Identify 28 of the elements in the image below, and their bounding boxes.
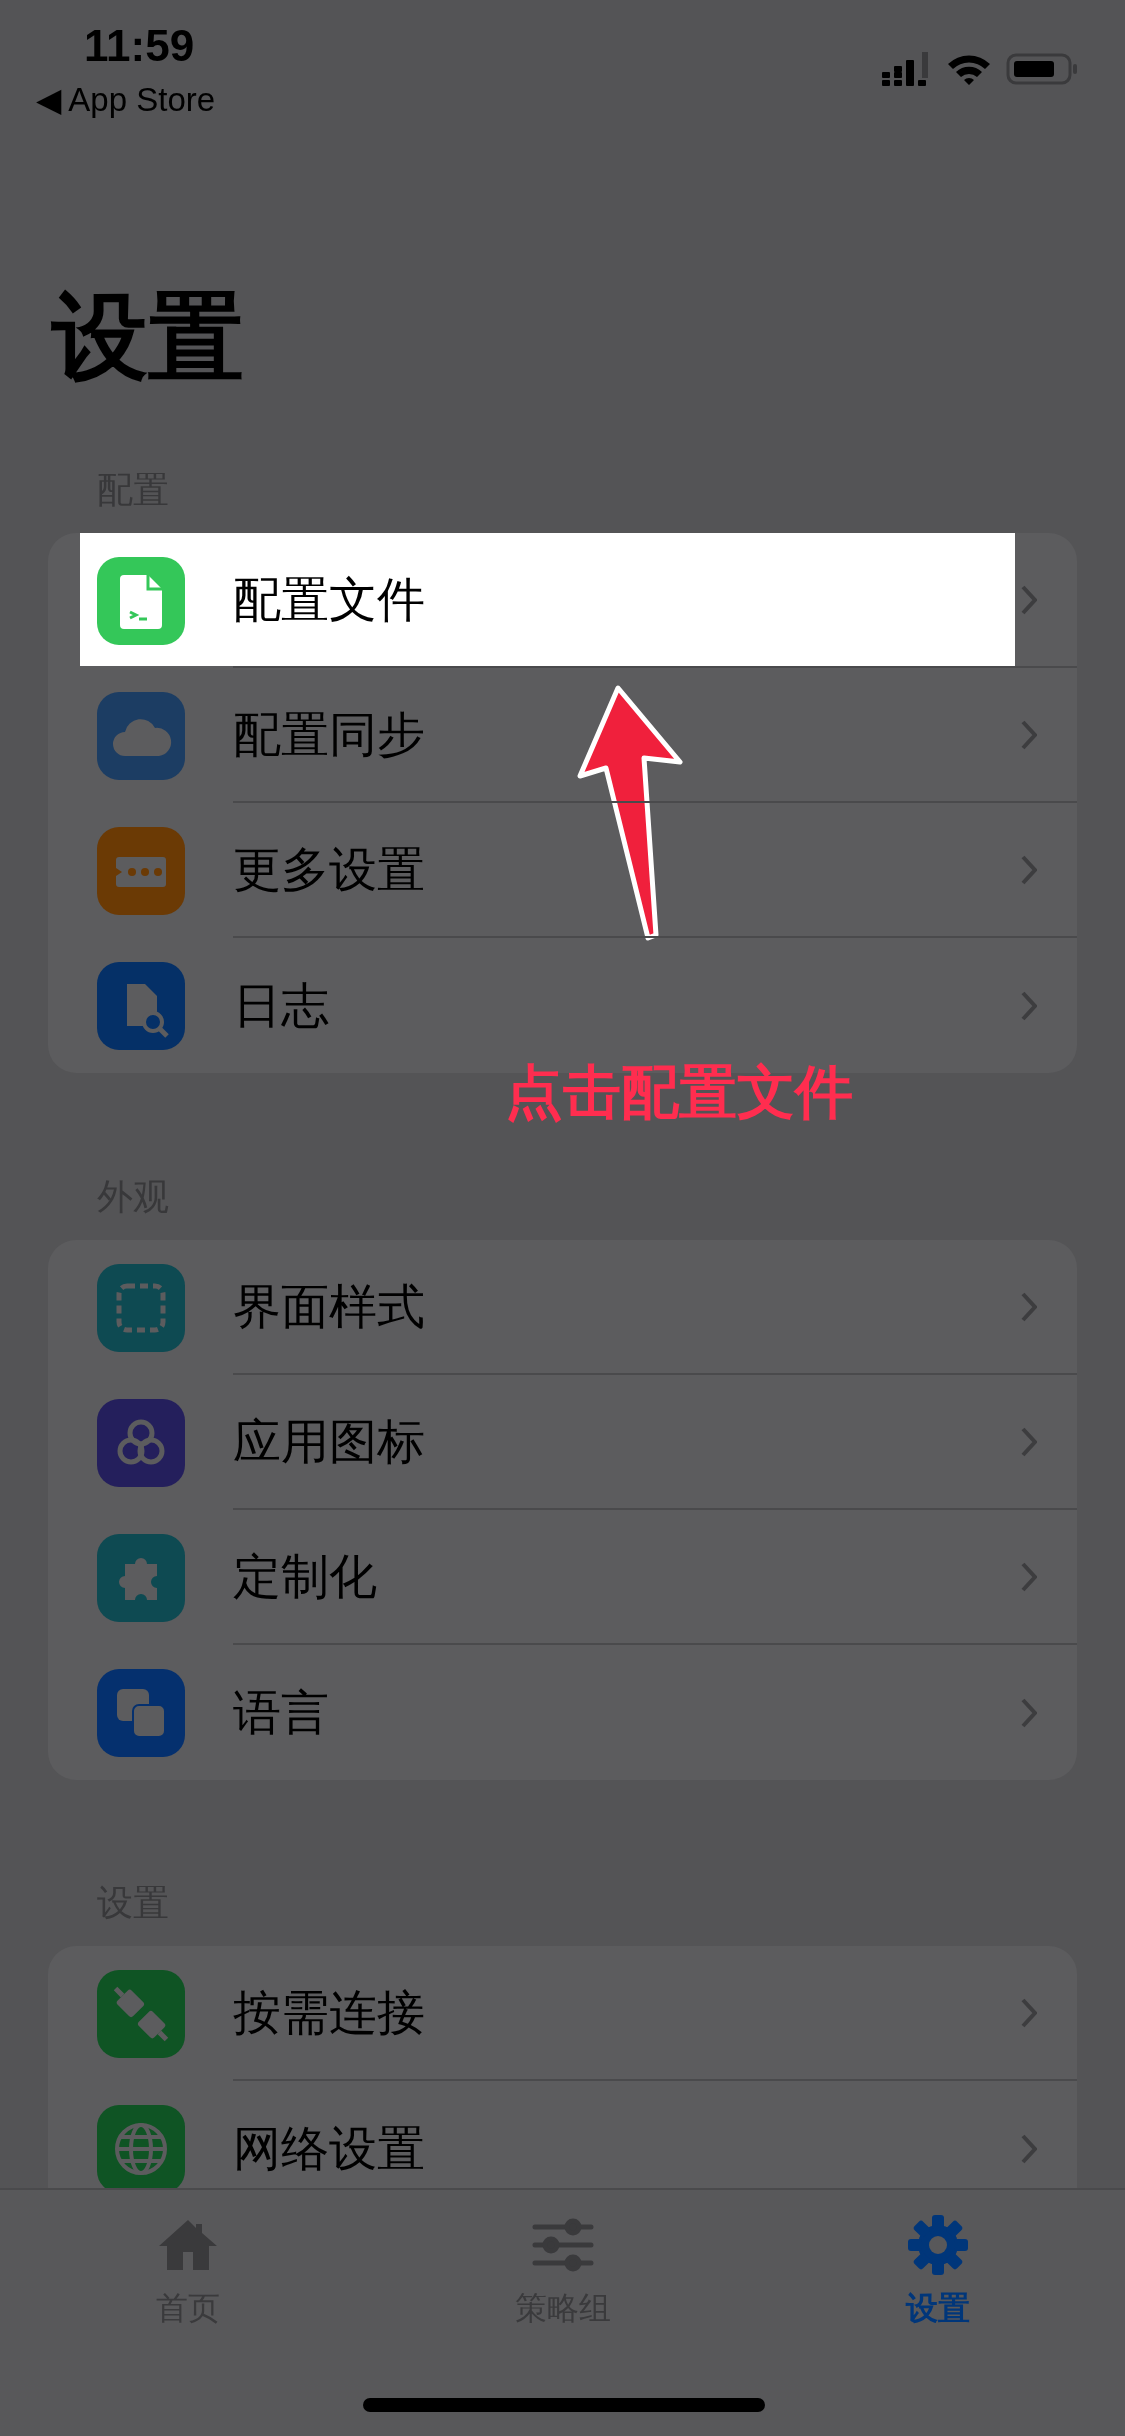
- wifi-icon: [946, 52, 992, 86]
- row-label[interactable]: 网络设置: [233, 2118, 1021, 2179]
- row-label[interactable]: 语言: [233, 1682, 1021, 1743]
- chevron-icon: [1021, 1291, 1037, 1322]
- chevron-icon: [1021, 1426, 1037, 1457]
- page-title: 设置: [52, 282, 245, 392]
- tab-icon: [906, 2214, 969, 2276]
- status-time: 11:59: [84, 20, 195, 72]
- chevron-icon: [1021, 1997, 1037, 2028]
- row-label[interactable]: 更多设置: [233, 839, 1021, 900]
- chevron-icon: [1021, 719, 1037, 750]
- annotation-text: 点击配置文件: [505, 1058, 853, 1126]
- back-link[interactable]: ◀ App Store: [36, 80, 216, 120]
- row-label[interactable]: 按需连接: [233, 1982, 1021, 2043]
- row-label[interactable]: 定制化: [233, 1546, 1021, 1607]
- row-label[interactable]: 配置文件: [233, 569, 1021, 630]
- row-label[interactable]: 界面样式: [233, 1276, 1021, 1337]
- chevron-icon: [1021, 2133, 1037, 2164]
- row-label[interactable]: 配置同步: [233, 704, 1021, 765]
- chevron-icon: [1021, 854, 1037, 885]
- chevron-icon: [1021, 584, 1037, 615]
- chevron-icon: [1021, 990, 1037, 1021]
- row-label[interactable]: 日志: [233, 975, 1021, 1036]
- tab-item[interactable]: 设置: [750, 2190, 1125, 2328]
- row-label[interactable]: 应用图标: [233, 1411, 1021, 1472]
- chevron-icon: [1021, 1697, 1037, 1728]
- chevron-icon: [1021, 1561, 1037, 1592]
- battery-icon: [1006, 52, 1078, 86]
